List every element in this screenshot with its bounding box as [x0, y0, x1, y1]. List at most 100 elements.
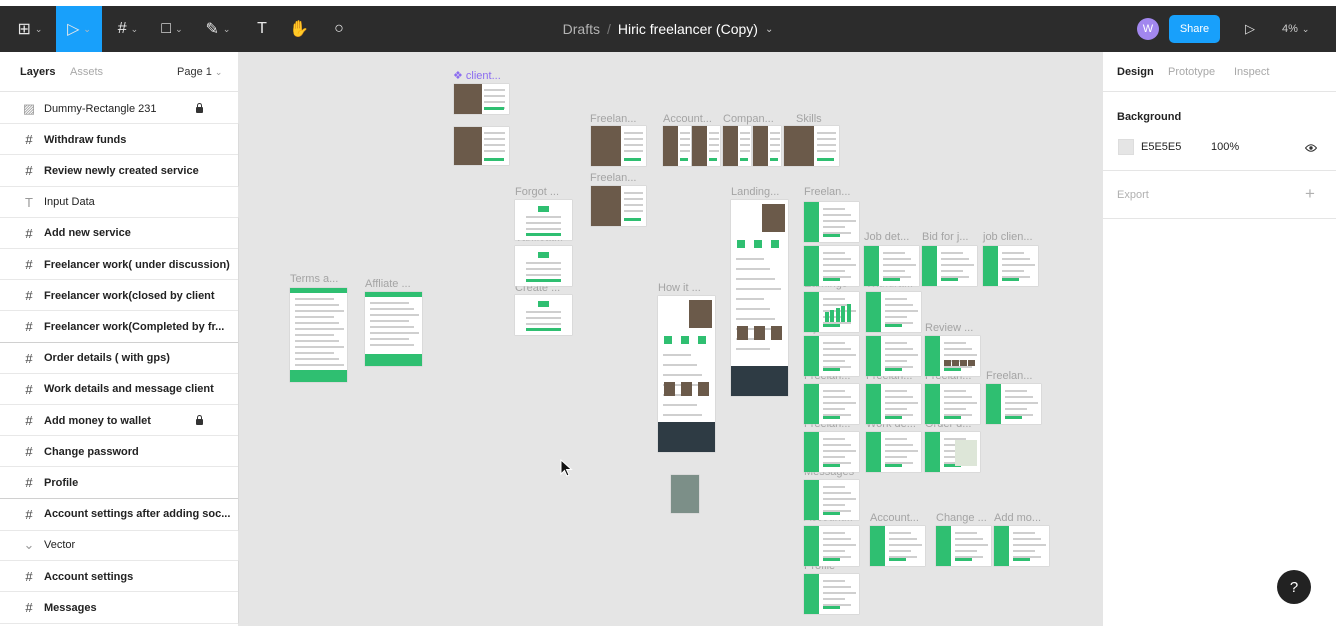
frame-label[interactable]: Job det...	[864, 231, 909, 243]
tab-layers[interactable]: Layers	[20, 66, 55, 78]
background-color-swatch[interactable]	[1118, 139, 1134, 155]
frame-thumbnail[interactable]	[753, 126, 781, 166]
frame-thumbnail[interactable]	[804, 336, 859, 376]
frame-label[interactable]: Landing...	[731, 186, 779, 198]
comment-tool-button[interactable]: ○	[326, 6, 352, 52]
frame-thumbnail[interactable]	[925, 336, 980, 376]
frame-thumbnail[interactable]	[864, 246, 919, 286]
file-name[interactable]: Hiric freelancer (Copy)	[618, 21, 758, 37]
design-canvas[interactable]: ❖ client... Freelan... Account... Compan...…	[239, 52, 1102, 626]
layer-item[interactable]: # Account settings after adding soc...	[0, 498, 238, 530]
frame-thumbnail[interactable]	[454, 127, 509, 165]
frame-thumbnail[interactable]	[663, 126, 691, 166]
layer-item[interactable]: # Order details ( with gps)	[0, 342, 238, 374]
tab-design[interactable]: Design	[1117, 66, 1154, 78]
frame-thumbnail[interactable]	[925, 432, 980, 472]
background-opacity-value[interactable]: 100%	[1211, 141, 1239, 153]
tab-inspect[interactable]: Inspect	[1234, 66, 1269, 78]
frame-thumbnail[interactable]	[870, 526, 925, 566]
frame-label[interactable]: ❖ client...	[453, 69, 501, 82]
layer-item[interactable]: # Freelancer work( under discussion)	[0, 249, 238, 280]
background-hex-value[interactable]: E5E5E5	[1141, 141, 1181, 153]
frame-thumbnail[interactable]	[866, 432, 921, 472]
lock-icon[interactable]	[196, 102, 203, 114]
frame-thumbnail[interactable]	[804, 526, 859, 566]
frame-thumbnail[interactable]	[515, 200, 572, 240]
frame-thumbnail[interactable]	[365, 292, 422, 366]
chevron-down-icon[interactable]: ⌄	[765, 24, 773, 35]
frame-thumbnail[interactable]	[515, 246, 572, 286]
frame-label[interactable]: Add mo...	[994, 512, 1041, 524]
frame-label[interactable]: Freelan...	[804, 186, 850, 198]
share-button[interactable]: Share	[1169, 15, 1220, 43]
frame-label[interactable]: Change ...	[936, 512, 987, 524]
layer-item[interactable]: # Freelancer work(Completed by fr...	[0, 311, 238, 343]
frame-thumbnail[interactable]	[591, 126, 646, 166]
frame-thumbnail[interactable]	[925, 384, 980, 424]
layer-item[interactable]: # Review newly created service	[0, 155, 238, 187]
frame-thumbnail[interactable]	[804, 574, 859, 614]
frame-thumbnail[interactable]	[986, 384, 1041, 424]
frame-thumbnail[interactable]	[784, 126, 839, 166]
layer-item[interactable]: # Messages	[0, 592, 238, 624]
frame-label[interactable]: Account...	[870, 512, 919, 524]
frame-tool-button[interactable]: # ⌄	[108, 6, 148, 52]
present-play-icon[interactable]: ▷	[1238, 6, 1262, 52]
layer-item[interactable]: # Freelancer work(closed by client	[0, 280, 238, 312]
layer-item[interactable]: # Change password	[0, 436, 238, 468]
frame-thumbnail[interactable]	[866, 336, 921, 376]
frame-thumbnail[interactable]	[515, 295, 572, 335]
frame-label[interactable]: Account...	[663, 113, 712, 125]
frame-thumbnail[interactable]	[866, 292, 921, 332]
frame-label[interactable]: Freelan...	[986, 370, 1032, 382]
frame-label[interactable]: Terms a...	[290, 273, 338, 285]
frame-thumbnail[interactable]	[983, 246, 1038, 286]
frame-label[interactable]: Affliate ...	[365, 278, 411, 290]
frame-label[interactable]: Bid for j...	[922, 231, 968, 243]
frame-label[interactable]: Compan...	[723, 113, 774, 125]
layer-item[interactable]: # Add money to wallet	[0, 405, 238, 436]
page-selector[interactable]: Page 1 ⌄	[177, 66, 222, 78]
frame-label[interactable]: Freelan...	[590, 172, 636, 184]
frame-thumbnail[interactable]	[723, 126, 751, 166]
frame-thumbnail[interactable]	[290, 288, 347, 382]
frame-thumbnail[interactable]	[866, 384, 921, 424]
frame-label[interactable]: Skills	[796, 113, 822, 125]
move-tool-button[interactable]: ▷ ⌄	[56, 6, 102, 52]
layer-item[interactable]: # Withdraw funds	[0, 124, 238, 156]
frame-thumbnail[interactable]	[804, 480, 859, 520]
layer-item[interactable]: # Profile	[0, 467, 238, 499]
shape-tool-button[interactable]: □ ⌄	[152, 6, 192, 52]
frame-thumbnail[interactable]	[804, 292, 859, 332]
breadcrumb-drafts[interactable]: Drafts	[563, 21, 600, 37]
layer-item[interactable]: # Account settings	[0, 561, 238, 592]
frame-thumbnail[interactable]	[804, 246, 859, 286]
frame-label[interactable]: Review ...	[925, 322, 973, 334]
frame-thumbnail[interactable]	[692, 126, 720, 166]
frame-thumbnail[interactable]	[671, 475, 699, 513]
hand-tool-button[interactable]: ✋	[286, 6, 312, 52]
layer-item[interactable]: ▨ Dummy-Rectangle 231	[0, 93, 238, 124]
frame-thumbnail[interactable]	[454, 84, 509, 114]
tab-assets[interactable]: Assets	[70, 66, 103, 78]
text-tool-button[interactable]: T	[250, 6, 274, 52]
frame-thumbnail[interactable]	[936, 526, 991, 566]
frame-thumbnail[interactable]	[731, 200, 788, 396]
pen-tool-button[interactable]: ✎ ⌄	[196, 6, 240, 52]
help-button[interactable]: ?	[1277, 570, 1311, 604]
layer-item[interactable]: # Work details and message client	[0, 373, 238, 405]
layer-item[interactable]: ⌄ Vector	[0, 530, 238, 561]
frame-thumbnail[interactable]	[591, 186, 646, 226]
zoom-dropdown[interactable]: 4% ⌄	[1282, 6, 1330, 52]
main-menu-button[interactable]: ⊞ ⌄	[10, 6, 50, 52]
frame-thumbnail[interactable]	[994, 526, 1049, 566]
lock-icon[interactable]	[196, 414, 203, 426]
frame-label[interactable]: job clien...	[983, 231, 1033, 243]
tab-prototype[interactable]: Prototype	[1168, 66, 1215, 78]
frame-label[interactable]: Forgot ...	[515, 186, 559, 198]
frame-thumbnail[interactable]	[922, 246, 977, 286]
layer-item[interactable]: # Add new service	[0, 217, 238, 249]
eye-icon[interactable]	[1304, 141, 1318, 155]
frame-label[interactable]: How it ...	[658, 282, 701, 294]
frame-thumbnail[interactable]	[804, 384, 859, 424]
